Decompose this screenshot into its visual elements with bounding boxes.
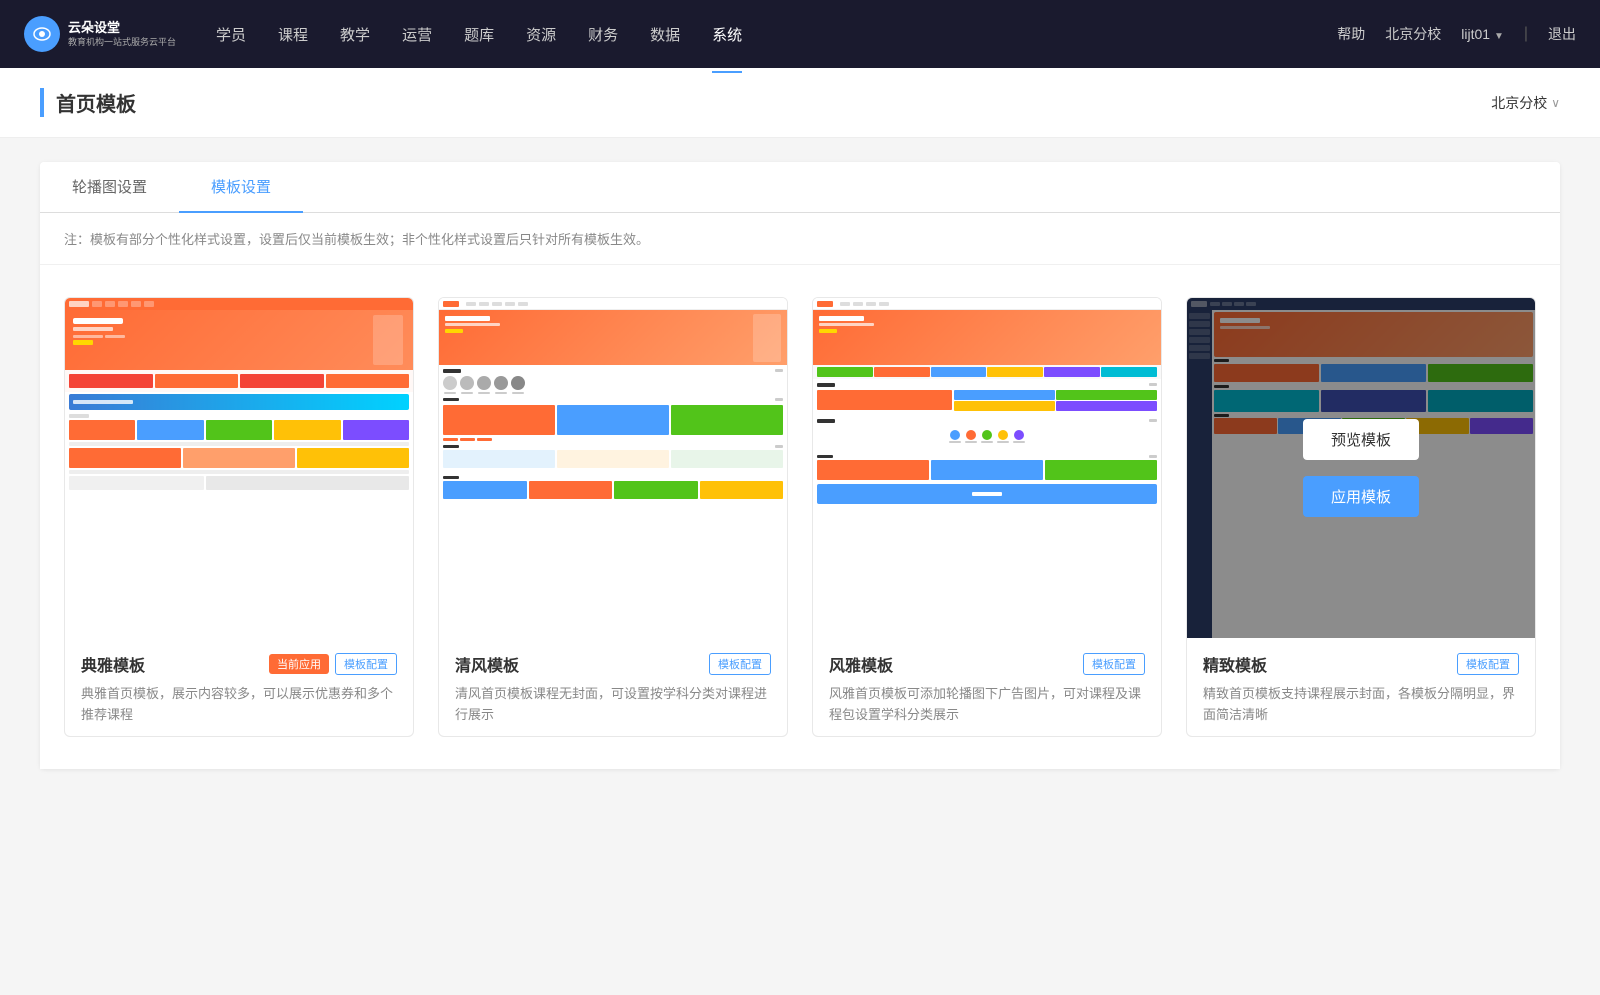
template-overlay-refined: 预览模板 应用模板 <box>1187 298 1535 638</box>
nav-link-resource[interactable]: 资源 <box>526 20 556 49</box>
branch-label: 北京分校 <box>1491 93 1547 113</box>
tab-banner[interactable]: 轮播图设置 <box>40 162 179 213</box>
template-info-elegant: 典雅模板 当前应用 模板配置 典雅首页模板，展示内容较多，可以展示优惠券和多个推… <box>65 638 413 736</box>
template-badges-fengya: 模板配置 <box>1083 653 1145 675</box>
nav-right: 帮助 北京分校 lijt01 ▼ | 退出 <box>1337 24 1576 44</box>
nav-link-finance[interactable]: 财务 <box>588 20 618 49</box>
tab-container: 轮播图设置 模板设置 注：模板有部分个性化样式设置，设置后仅当前模板生效；非个性… <box>40 162 1560 769</box>
nav-divider: | <box>1524 25 1528 43</box>
content: 轮播图设置 模板设置 注：模板有部分个性化样式设置，设置后仅当前模板生效；非个性… <box>0 138 1600 995</box>
template-desc-elegant: 典雅首页模板，展示内容较多，可以展示优惠券和多个推荐课程 <box>81 684 397 726</box>
page-title: 首页模板 <box>40 88 136 117</box>
badge-config-refined[interactable]: 模板配置 <box>1457 653 1519 675</box>
badge-config-fresh[interactable]: 模板配置 <box>709 653 771 675</box>
tabs: 轮播图设置 模板设置 <box>40 162 1560 213</box>
nav-link-system[interactable]: 系统 <box>712 20 742 49</box>
nav-link-teaching[interactable]: 教学 <box>340 20 370 49</box>
user-link[interactable]: lijt01 ▼ <box>1461 26 1504 42</box>
nav-link-operation[interactable]: 运营 <box>402 20 432 49</box>
template-card-refined: 预览模板 应用模板 精致模板 模板配置 精致首页模板支持课程展示封面，各模板分隔… <box>1186 297 1536 737</box>
preview-btn-refined[interactable]: 预览模板 <box>1303 419 1419 460</box>
nav-link-data[interactable]: 数据 <box>650 20 680 49</box>
template-desc-fengya: 风雅首页模板可添加轮播图下广告图片，可对课程及课程包设置学科分类展示 <box>829 684 1145 726</box>
template-info-fresh: 清风模板 模板配置 清风首页模板课程无封面，可设置按学科分类对课程进行展示 <box>439 638 787 736</box>
navbar: 云朵设堂 教育机构一站式服务云平台 学员 课程 教学 运营 题库 资源 财务 数… <box>0 0 1600 68</box>
template-name-refined: 精致模板 <box>1203 652 1267 676</box>
note-text: 注：模板有部分个性化样式设置，设置后仅当前模板生效；非个性化样式设置后只针对所有… <box>40 213 1560 265</box>
template-info-fengya: 风雅模板 模板配置 风雅首页模板可添加轮播图下广告图片，可对课程及课程包设置学科… <box>813 638 1161 736</box>
nav-link-exam[interactable]: 题库 <box>464 20 494 49</box>
template-name-fengya: 风雅模板 <box>829 652 893 676</box>
tab-template[interactable]: 模板设置 <box>179 162 303 213</box>
template-desc-refined: 精致首页模板支持课程展示封面，各模板分隔明显，界面简洁清晰 <box>1203 684 1519 726</box>
template-preview-refined[interactable]: 预览模板 应用模板 <box>1187 298 1535 638</box>
logout-link[interactable]: 退出 <box>1548 24 1576 44</box>
template-desc-fresh: 清风首页模板课程无封面，可设置按学科分类对课程进行展示 <box>455 684 771 726</box>
logo[interactable]: 云朵设堂 教育机构一站式服务云平台 <box>24 16 176 52</box>
template-badges-refined: 模板配置 <box>1457 653 1519 675</box>
nav-link-course[interactable]: 课程 <box>278 20 308 49</box>
template-name-fresh: 清风模板 <box>455 652 519 676</box>
templates-grid: 预览模板 应用模板 典雅模板 当前应用 模板配置 典雅首页模板，展示内容较多，可… <box>40 265 1560 769</box>
template-name-elegant: 典雅模板 <box>81 652 145 676</box>
badge-config-fengya[interactable]: 模板配置 <box>1083 653 1145 675</box>
template-info-refined: 精致模板 模板配置 精致首页模板支持课程展示封面，各模板分隔明显，界面简洁清晰 <box>1187 638 1535 736</box>
badge-config-elegant[interactable]: 模板配置 <box>335 653 397 675</box>
template-card-fengya: 预览模板 应用模板 风雅模板 模板配置 风雅首页模板可添加轮播图下广告图片，可对… <box>812 297 1162 737</box>
help-link[interactable]: 帮助 <box>1337 24 1365 44</box>
logo-icon <box>24 16 60 52</box>
template-badges-elegant: 当前应用 模板配置 <box>269 653 397 675</box>
nav-link-student[interactable]: 学员 <box>216 20 246 49</box>
badge-current-elegant: 当前应用 <box>269 654 329 674</box>
template-preview-fresh[interactable]: 预览模板 应用模板 <box>439 298 787 638</box>
chevron-down-icon: ∨ <box>1551 96 1560 110</box>
apply-btn-refined[interactable]: 应用模板 <box>1303 476 1419 517</box>
template-preview-fengya[interactable]: 预览模板 应用模板 <box>813 298 1161 638</box>
branch-selector[interactable]: 北京分校 ∨ <box>1491 93 1560 113</box>
template-preview-elegant[interactable]: 预览模板 应用模板 <box>65 298 413 638</box>
template-badges-fresh: 模板配置 <box>709 653 771 675</box>
nav-links: 学员 课程 教学 运营 题库 资源 财务 数据 系统 <box>216 20 1337 49</box>
template-card-elegant: 预览模板 应用模板 典雅模板 当前应用 模板配置 典雅首页模板，展示内容较多，可… <box>64 297 414 737</box>
branch-link[interactable]: 北京分校 <box>1385 24 1441 44</box>
logo-text: 云朵设堂 教育机构一站式服务云平台 <box>68 20 176 49</box>
template-card-fresh: 预览模板 应用模板 清风模板 模板配置 清风首页模板课程无封面，可设置按学科分类… <box>438 297 788 737</box>
page-header: 首页模板 北京分校 ∨ <box>0 68 1600 138</box>
